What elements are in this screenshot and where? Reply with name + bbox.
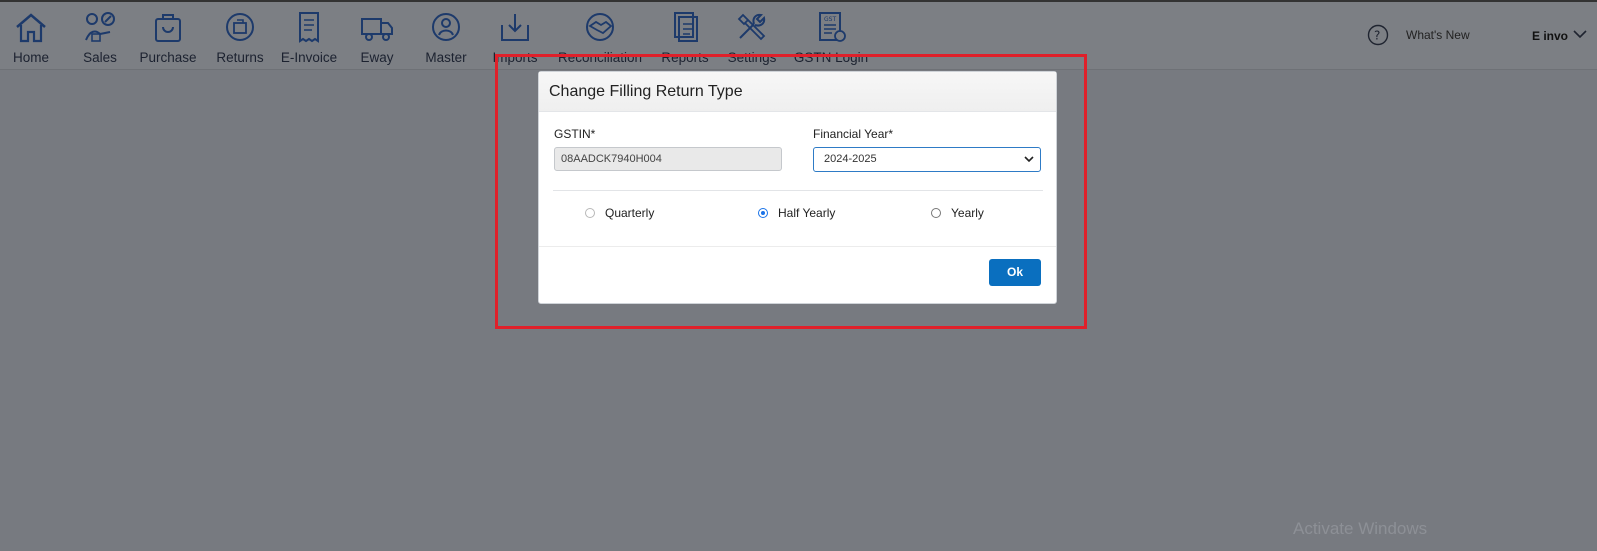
ok-button[interactable]: Ok: [989, 259, 1041, 286]
change-return-type-dialog: Change Filling Return Type GSTIN* 08AADC…: [538, 71, 1057, 304]
import-icon: [501, 14, 529, 41]
chevron-down-icon[interactable]: [1573, 29, 1587, 39]
radio-quarterly-label: Quarterly: [605, 206, 655, 220]
radio-half-yearly-circle[interactable]: [758, 208, 768, 218]
toolbar-master[interactable]: Master: [424, 8, 468, 66]
handshake-icon: [586, 13, 614, 41]
invoice-icon: [299, 12, 319, 43]
reports-icon: [674, 12, 698, 42]
home-icon: [16, 13, 46, 43]
user-menu-label[interactable]: E invoice: [1532, 29, 1568, 43]
dialog-header: Change Filling Return Type: [539, 72, 1056, 112]
gstin-label: GSTIN*: [554, 127, 596, 141]
returns-icon: [226, 13, 254, 41]
chevron-down-icon: [1024, 156, 1034, 163]
master-icon: [432, 13, 460, 41]
sales-icon: [85, 12, 115, 42]
toolbar-purchase[interactable]: Purchase: [139, 8, 197, 66]
svg-text:GST: GST: [824, 16, 836, 23]
radio-quarterly-circle[interactable]: [585, 208, 595, 218]
toolbar-returns[interactable]: Returns: [215, 8, 265, 66]
form-divider: [553, 190, 1043, 191]
toolbar-sales[interactable]: Sales: [80, 8, 120, 66]
gst-icon: GST: [819, 12, 846, 42]
svg-text:?: ?: [1374, 29, 1380, 43]
footer-divider: [539, 246, 1056, 247]
help-icon[interactable]: ?: [1367, 24, 1389, 46]
radio-yearly-circle[interactable]: [931, 208, 941, 218]
financial-year-select[interactable]: 2024-2025: [813, 147, 1041, 172]
tools-icon: [737, 13, 766, 41]
activate-windows-watermark: Activate Windows: [1293, 519, 1428, 538]
radio-half-yearly-label: Half Yearly: [778, 206, 836, 220]
whats-new-link[interactable]: What's New: [1406, 28, 1470, 42]
truck-icon: [361, 18, 393, 41]
purchase-icon: [155, 14, 181, 42]
dialog-title: Change Filling Return Type: [549, 83, 743, 100]
toolbar-e-invoice[interactable]: E-Invoice: [281, 8, 337, 66]
toolbar-home[interactable]: Home: [10, 8, 52, 66]
toolbar-eway[interactable]: Eway: [358, 8, 396, 66]
gstin-field[interactable]: 08AADCK7940H004: [554, 147, 782, 171]
radio-yearly-label: Yearly: [951, 206, 984, 220]
financial-year-label: Financial Year*: [813, 127, 894, 141]
financial-year-value: 2024-2025: [824, 153, 877, 165]
